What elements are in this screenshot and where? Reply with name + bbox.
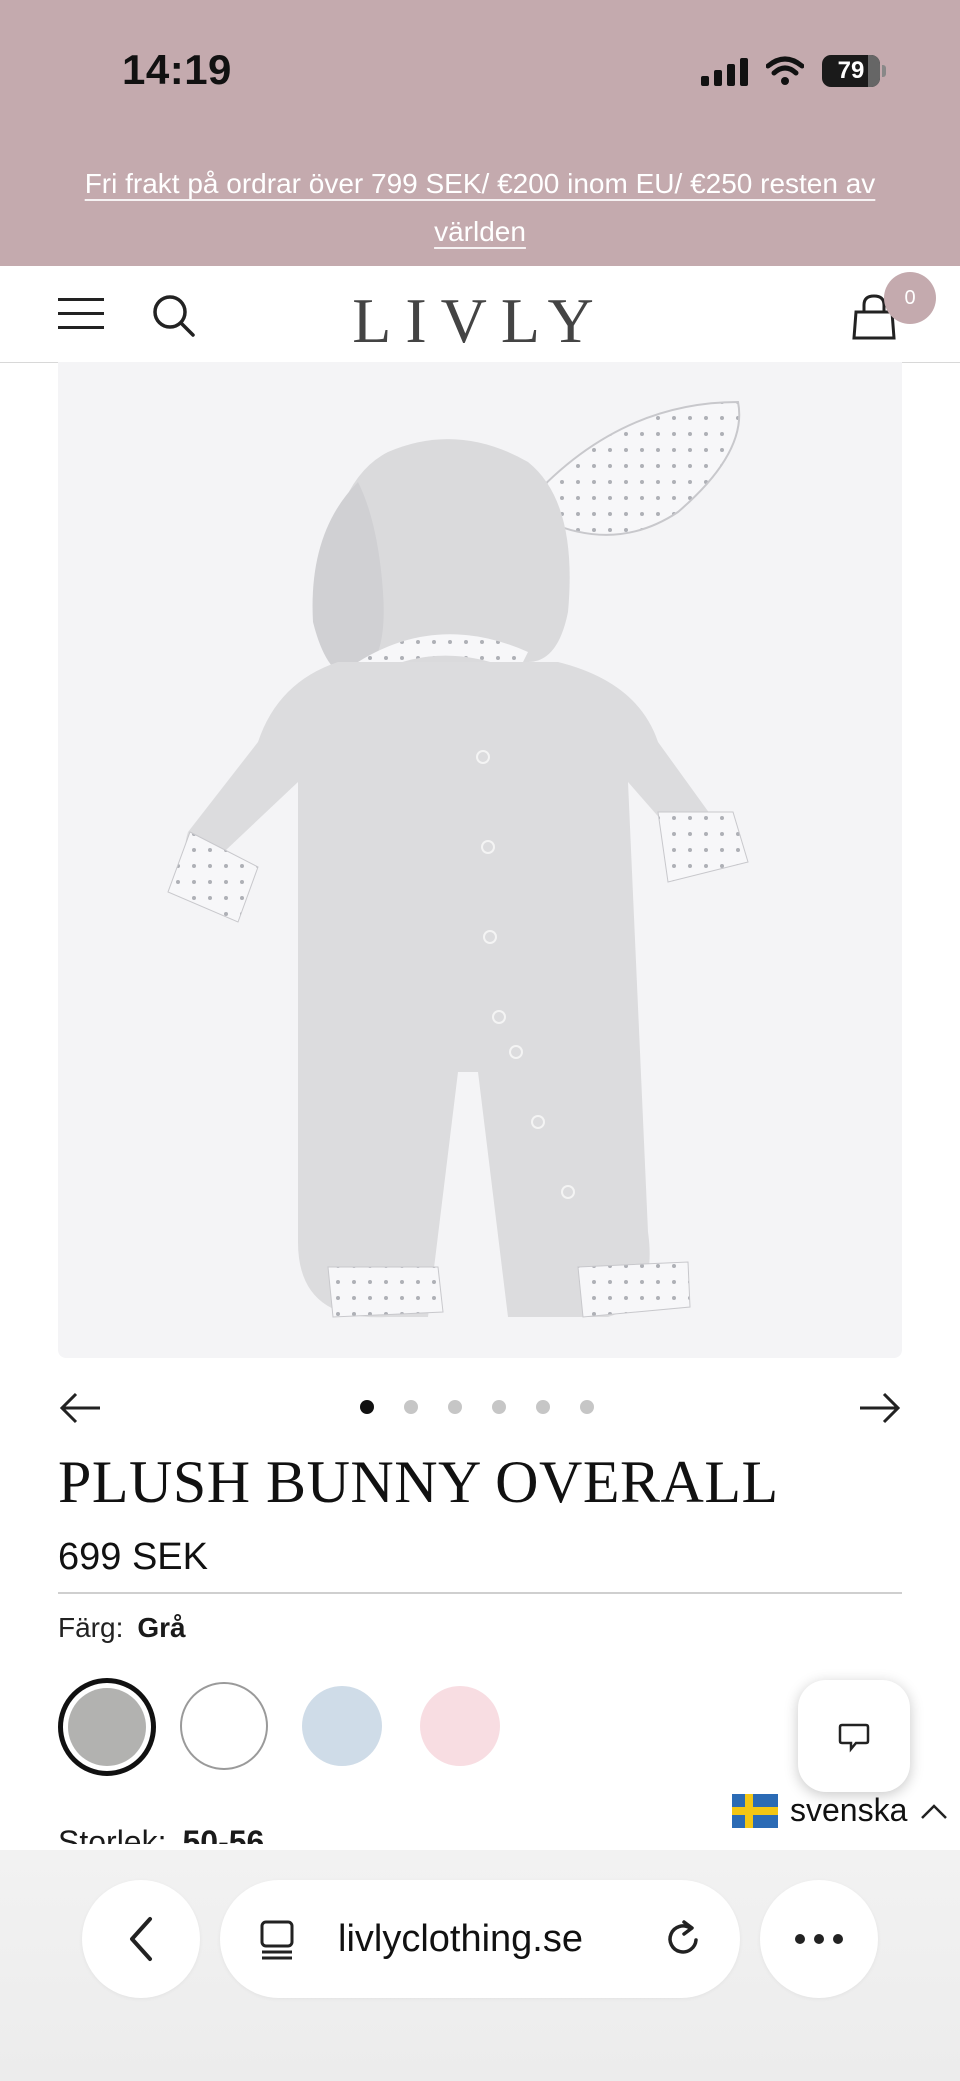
color-swatch-pink[interactable]: [420, 1686, 500, 1766]
promo-link[interactable]: Fri frakt på ordrar över 799 SEK/ €200 i…: [60, 160, 900, 256]
color-swatch-gray[interactable]: [58, 1678, 156, 1776]
color-swatch-blue[interactable]: [302, 1686, 382, 1766]
product-title: PLUSH BUNNY OVERALL: [58, 1449, 779, 1515]
color-selection-label: Färg: Grå: [58, 1612, 186, 1644]
site-header: LIVLY: [0, 266, 960, 363]
size-label: Storlek:: [58, 1824, 167, 1844]
chat-bubble-icon: [838, 1723, 870, 1753]
color-label: Färg:: [58, 1612, 124, 1643]
divider: [58, 1592, 902, 1594]
browser-toolbar: livlyclothing.se: [0, 1850, 960, 2081]
ellipsis-icon: [795, 1934, 843, 1944]
gallery-pagination: [360, 1400, 594, 1414]
reload-icon[interactable]: [662, 1918, 704, 1960]
battery-level: 79: [837, 57, 865, 84]
address-bar[interactable]: livlyclothing.se: [220, 1880, 740, 1998]
url-text: livlyclothing.se: [338, 1918, 583, 1960]
bunny-overall-image: [167, 400, 749, 1318]
chat-button[interactable]: [798, 1680, 910, 1792]
battery-icon: 79: [822, 55, 886, 87]
gallery-dot[interactable]: [536, 1400, 550, 1414]
product-image[interactable]: [58, 362, 902, 1358]
cellular-signal-icon: [701, 56, 748, 86]
gallery-dot[interactable]: [404, 1400, 418, 1414]
gallery-dot[interactable]: [448, 1400, 462, 1414]
size-value: 50-56: [182, 1824, 265, 1844]
chevron-left-icon: [130, 1917, 152, 1961]
more-options-button[interactable]: [760, 1880, 878, 1998]
wifi-icon: [766, 56, 804, 85]
status-time: 14:19: [122, 46, 232, 93]
language-switcher[interactable]: svenska: [732, 1792, 949, 1829]
prev-image-arrow-icon[interactable]: [58, 1386, 102, 1430]
gallery-dot[interactable]: [360, 1400, 374, 1414]
chevron-up-icon: [921, 1803, 948, 1819]
color-value: Grå: [137, 1612, 186, 1643]
status-bar: 14:19 79: [0, 0, 960, 140]
browser-back-button[interactable]: [82, 1880, 200, 1998]
sweden-flag-icon: [732, 1793, 778, 1828]
gallery-dot[interactable]: [492, 1400, 506, 1414]
cart-count-badge[interactable]: 0: [884, 272, 936, 324]
language-label: svenska: [790, 1792, 908, 1828]
promo-banner: Fri frakt på ordrar över 799 SEK/ €200 i…: [0, 140, 960, 266]
size-selection-label: Storlek: 50-56: [58, 1822, 264, 1844]
product-price: 699 SEK: [58, 1536, 208, 1578]
next-image-arrow-icon[interactable]: [858, 1386, 902, 1430]
color-swatch-white[interactable]: [180, 1682, 268, 1770]
site-logo[interactable]: LIVLY: [0, 284, 960, 358]
tab-overview-icon[interactable]: [258, 1918, 298, 1960]
gallery-dot[interactable]: [580, 1400, 594, 1414]
status-icons: 79: [701, 52, 886, 90]
